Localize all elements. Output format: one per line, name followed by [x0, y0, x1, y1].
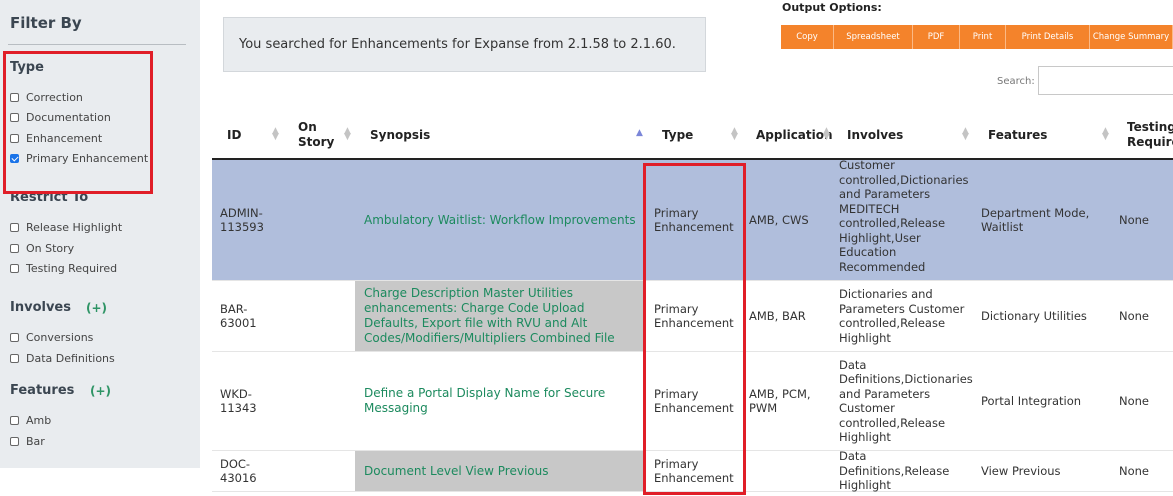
cell-features: View Previous	[981, 463, 1061, 478]
checkbox[interactable]	[10, 436, 19, 446]
cell-testing: None	[1119, 463, 1150, 478]
synopsis-link[interactable]: Ambulatory Waitlist: Workflow Improvemen…	[364, 213, 636, 228]
filter-label: Release Highlight	[26, 220, 123, 234]
header-id[interactable]: ID	[227, 110, 241, 160]
synopsis-link[interactable]: Charge Description Master Utilities enha…	[364, 286, 639, 346]
header-type[interactable]: Type	[662, 110, 693, 160]
cell-synopsis: Document Level View Previous	[355, 451, 643, 491]
change-summary-button[interactable]: Change Summary	[1090, 25, 1173, 49]
header-features[interactable]: Features	[988, 110, 1047, 160]
summary-text: You searched for Enhancements for Expans…	[239, 37, 676, 52]
sort-icon[interactable]: ▲ ▼	[823, 127, 830, 142]
filter-on-story[interactable]: On Story	[10, 241, 74, 255]
sort-icon[interactable]: ▲ ▼	[344, 127, 351, 142]
filter-label: Bar	[26, 434, 45, 448]
type-column-highlight-box	[643, 163, 746, 495]
checkbox[interactable]	[10, 353, 19, 363]
cell-synopsis: Charge Description Master Utilities enha…	[355, 281, 643, 351]
header-testing-required[interactable]: Testing Required	[1127, 110, 1173, 160]
sort-asc-icon[interactable]: ▲	[636, 129, 643, 138]
features-heading: Features	[10, 383, 75, 398]
cell-testing: None	[1119, 308, 1150, 323]
checkbox[interactable]	[10, 263, 19, 273]
checkbox[interactable]	[10, 415, 19, 425]
output-toolbar: Copy Spreadsheet PDF Print Print Details…	[781, 25, 1173, 49]
involves-expand-button[interactable]: (+)	[86, 301, 107, 315]
sort-icon[interactable]: ▲ ▼	[731, 127, 738, 142]
cell-involves: Data Definitions,Release Highlight	[839, 449, 950, 493]
cell-testing: None	[1119, 393, 1150, 408]
filter-conversions[interactable]: Conversions	[10, 330, 93, 344]
synopsis-link[interactable]: Define a Portal Display Name for Secure …	[364, 386, 613, 416]
cell-application: AMB, BAR	[749, 308, 806, 323]
cell-involves: Dictionaries and Parameters Customer con…	[839, 287, 965, 345]
filter-data-definitions[interactable]: Data Definitions	[10, 351, 115, 365]
filter-label: On Story	[26, 241, 75, 255]
print-details-button[interactable]: Print Details	[1006, 25, 1090, 49]
filter-label: Data Definitions	[26, 351, 115, 365]
cell-id: WKD- 11343	[220, 386, 257, 416]
sort-icon[interactable]: ▲ ▼	[962, 127, 969, 142]
header-on-story[interactable]: On Story	[298, 110, 334, 160]
header-application[interactable]: Application	[756, 110, 833, 160]
cell-application: AMB, PCM, PWM	[749, 386, 811, 416]
cell-application	[749, 451, 839, 491]
filter-label: Amb	[26, 413, 52, 427]
cell-application: AMB, CWS	[749, 212, 809, 227]
filter-label: Testing Required	[26, 261, 118, 275]
filter-release-highlight[interactable]: Release Highlight	[10, 220, 122, 234]
features-expand-button[interactable]: (+)	[90, 384, 111, 398]
filter-amb[interactable]: Amb	[10, 413, 51, 427]
search-input[interactable]	[1038, 66, 1173, 95]
cell-id: BAR- 63001	[220, 301, 257, 331]
print-button[interactable]: Print	[960, 25, 1006, 49]
table-header: ID ▲ ▼ On Story ▲ ▼ Synopsis ▲ Type ▲ ▼ App…	[212, 110, 1173, 160]
cell-features: Department Mode, Waitlist	[981, 205, 1090, 235]
cell-id: ADMIN- 113593	[220, 205, 264, 235]
cell-involves: Data Definitions,Dictionaries and Parame…	[839, 357, 973, 445]
type-highlight-box	[3, 51, 153, 194]
output-options-title: Output Options:	[782, 1, 882, 14]
cell-involves: and Parameters Customer controlled,Dicti…	[839, 160, 969, 274]
header-involves[interactable]: Involves	[847, 110, 903, 160]
copy-button[interactable]: Copy	[781, 25, 834, 49]
checkbox[interactable]	[10, 332, 19, 342]
cell-features: Portal Integration	[981, 393, 1082, 408]
sort-icon[interactable]: ▲ ▼	[272, 127, 279, 142]
cell-features: Dictionary Utilities	[981, 308, 1087, 323]
search-summary: You searched for Enhancements for Expans…	[223, 17, 706, 72]
divider	[8, 44, 186, 45]
filter-label: Conversions	[26, 330, 94, 344]
synopsis-link[interactable]: Document Level View Previous	[364, 464, 548, 479]
sort-icon[interactable]: ▲ ▼	[1102, 127, 1109, 142]
involves-heading: Involves	[10, 300, 71, 315]
header-synopsis[interactable]: Synopsis	[370, 110, 430, 160]
cell-synopsis: Ambulatory Waitlist: Workflow Improvemen…	[355, 160, 643, 280]
cell-synopsis: Define a Portal Display Name for Secure …	[355, 352, 643, 450]
pdf-button[interactable]: PDF	[913, 25, 960, 49]
checkbox[interactable]	[10, 222, 19, 232]
cell-testing: None	[1119, 212, 1150, 227]
filter-testing-required[interactable]: Testing Required	[10, 261, 117, 275]
cell-id: DOC- 43016	[220, 456, 257, 486]
spreadsheet-button[interactable]: Spreadsheet	[834, 25, 913, 49]
filter-title: Filter By	[10, 14, 82, 32]
search-label: Search:	[997, 76, 1035, 87]
checkbox[interactable]	[10, 243, 19, 253]
filter-bar[interactable]: Bar	[10, 434, 45, 448]
results-table: ID ▲ ▼ On Story ▲ ▼ Synopsis ▲ Type ▲ ▼ App…	[212, 110, 1173, 492]
